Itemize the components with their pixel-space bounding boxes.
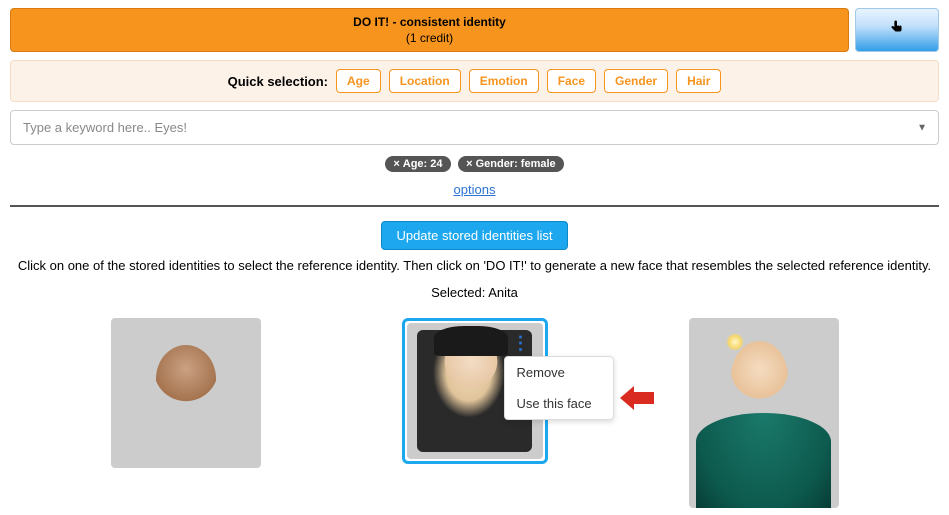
identities-row: ⋮ Remove Use this face [10, 318, 939, 508]
quick-selection-bar: Quick selection: Age Location Emotion Fa… [10, 60, 939, 102]
do-it-credit: (1 credit) [21, 31, 838, 45]
quick-selection-label: Quick selection: [228, 74, 328, 89]
section-divider [10, 205, 939, 207]
close-icon[interactable]: × [466, 158, 472, 170]
identity-photo [111, 318, 261, 468]
chip-hair[interactable]: Hair [676, 69, 721, 93]
context-menu: Remove Use this face [504, 356, 614, 420]
identity-photo [689, 318, 839, 508]
chip-face[interactable]: Face [547, 69, 596, 93]
menu-item-use-this-face[interactable]: Use this face [505, 388, 613, 419]
hand-button[interactable] [855, 8, 939, 52]
hand-pointer-icon [888, 19, 906, 42]
chip-gender[interactable]: Gender [604, 69, 668, 93]
active-filters: ×Age: 24 ×Gender: female [10, 155, 939, 172]
chip-emotion[interactable]: Emotion [469, 69, 539, 93]
pointer-arrow-icon [620, 386, 652, 408]
keyword-input[interactable] [10, 110, 939, 145]
dropdown-caret-icon[interactable]: ▼ [917, 122, 927, 133]
update-identities-button[interactable]: Update stored identities list [381, 221, 567, 250]
card-menu-trigger-icon[interactable]: ⋮ [512, 333, 530, 354]
chip-age[interactable]: Age [336, 69, 381, 93]
identity-card[interactable] [689, 318, 839, 508]
filter-tag-gender[interactable]: ×Gender: female [458, 156, 564, 172]
selected-identity-label: Selected: Anita [10, 285, 939, 300]
options-link[interactable]: options [454, 182, 496, 197]
identity-card-selected[interactable]: ⋮ Remove Use this face [402, 318, 548, 464]
chip-location[interactable]: Location [389, 69, 461, 93]
search-box: ▼ [10, 110, 939, 145]
identity-card[interactable] [111, 318, 261, 468]
menu-item-remove[interactable]: Remove [505, 357, 613, 388]
filter-tag-age[interactable]: ×Age: 24 [385, 156, 450, 172]
do-it-label: DO IT! - consistent identity [353, 15, 506, 29]
close-icon[interactable]: × [393, 158, 399, 170]
do-it-button[interactable]: DO IT! - consistent identity (1 credit) [10, 8, 849, 52]
instruction-text: Click on one of the stored identities to… [10, 258, 939, 273]
